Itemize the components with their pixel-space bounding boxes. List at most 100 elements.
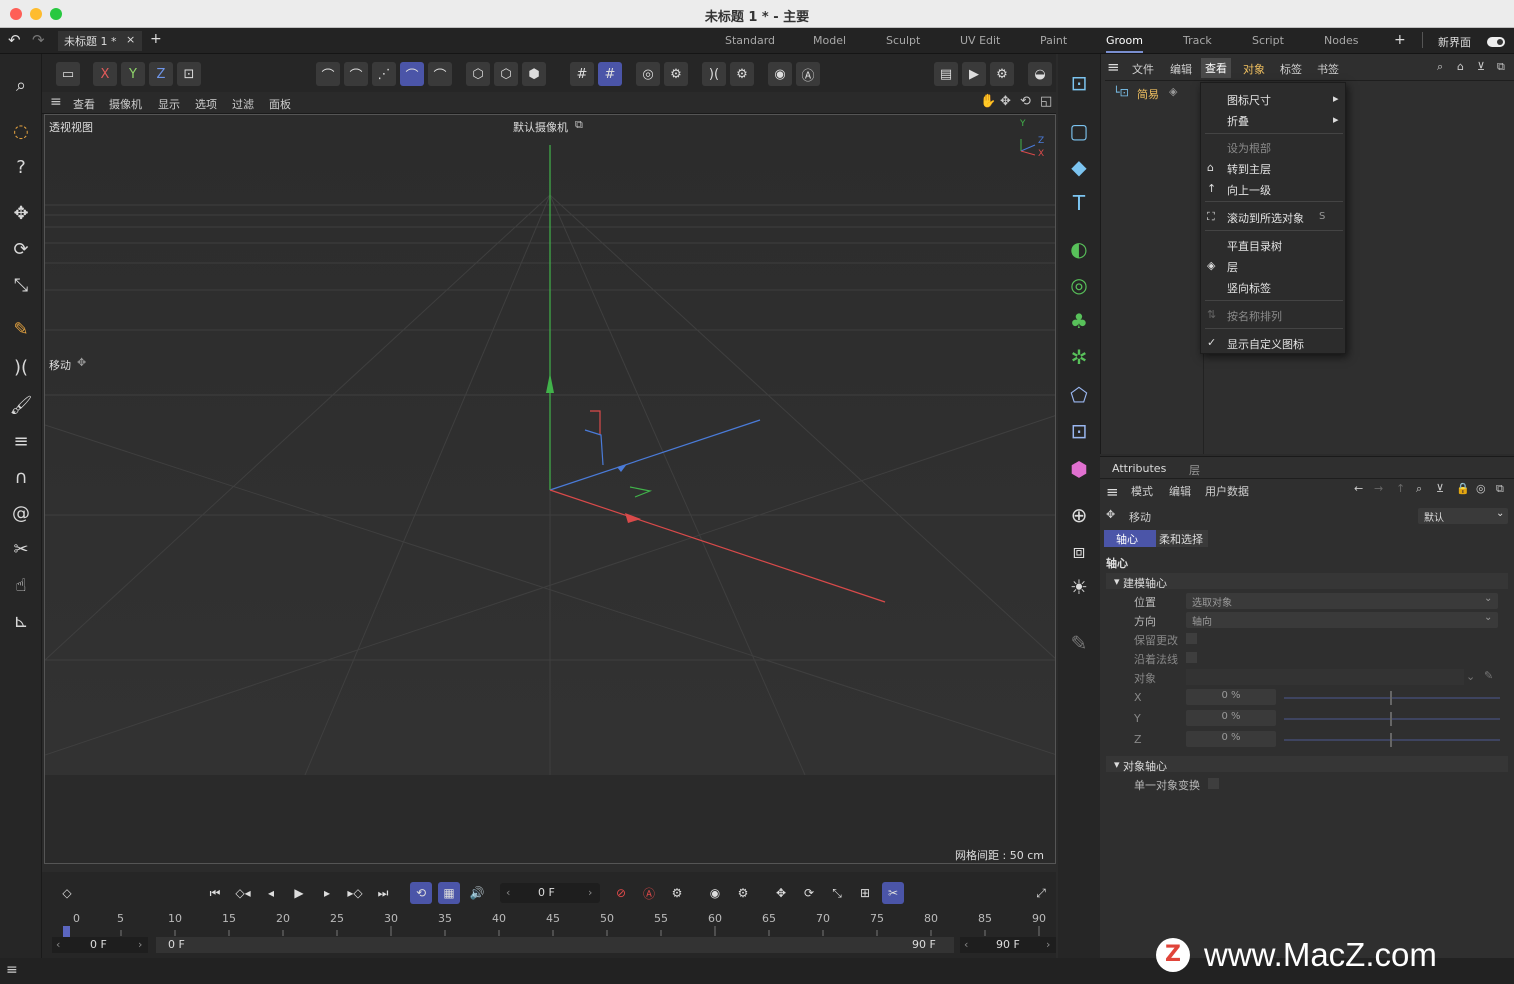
field-icon[interactable]: ⊡ — [1064, 416, 1094, 446]
move-icon[interactable]: ✥ — [6, 198, 36, 228]
render-settings-clapper-icon[interactable]: ⚙ — [990, 62, 1014, 86]
comb-icon[interactable]: ≡ — [6, 426, 36, 456]
search-icon[interactable]: ⌕ — [6, 70, 36, 100]
null-object-icon[interactable]: ⊡ — [1064, 68, 1094, 98]
object-menu-edit[interactable]: 编辑 — [1170, 61, 1192, 77]
layers-tab[interactable]: 层 — [1189, 462, 1200, 478]
chevron-left-icon[interactable]: ‹ — [964, 938, 968, 951]
viewport-hamburger-icon[interactable]: ≡ — [50, 94, 62, 110]
motion-settings-icon[interactable]: ⚙ — [732, 882, 754, 904]
viewport-menu-options[interactable]: 选项 — [195, 96, 217, 112]
y-value-field[interactable]: 0 % — [1186, 710, 1276, 726]
chevron-left-icon[interactable]: ‹ — [56, 938, 60, 951]
attributes-menu-mode[interactable]: 模式 — [1131, 483, 1153, 499]
chevron-left-icon[interactable]: ‹ — [506, 886, 510, 899]
menu-item-fold[interactable]: 折叠 — [1227, 113, 1249, 129]
spiral-icon[interactable]: @ — [6, 498, 36, 528]
environment-icon[interactable]: ⊕ — [1064, 500, 1094, 530]
x-slider[interactable] — [1284, 697, 1500, 699]
viewport-menu-view[interactable]: 查看 — [73, 96, 95, 112]
menu-item-up-one-level[interactable]: 向上一级 — [1227, 182, 1271, 198]
perspective-viewport[interactable]: 透视视图 默认摄像机 ⧉ 移动 ✥ Y Z X 网格间距 : 50 cm — [44, 114, 1056, 864]
go-to-start-icon[interactable]: ⏮ — [204, 882, 226, 904]
key-param-icon[interactable]: ⊞ — [854, 882, 876, 904]
z-value-field[interactable]: 0 % — [1186, 731, 1276, 747]
subtab-pivot[interactable]: 轴心 — [1104, 530, 1156, 547]
direction-select[interactable]: 轴向 ⌄ — [1186, 612, 1498, 628]
toolbar-box-icon[interactable]: ▭ — [56, 62, 80, 86]
status-hamburger-icon[interactable]: ≡ — [6, 962, 18, 978]
pick-object-icon[interactable]: ✎ — [1484, 669, 1493, 682]
object-filter-icon[interactable]: ⊻ — [1477, 60, 1485, 73]
menu-item-layers[interactable]: 层 — [1227, 259, 1238, 275]
layout-tab-paint[interactable]: Paint — [1040, 34, 1067, 47]
next-frame-icon[interactable]: ▸ — [316, 882, 338, 904]
key-settings-icon[interactable]: ⚙ — [666, 882, 688, 904]
menu-item-show-custom-icons[interactable]: 显示自定义图标 — [1227, 336, 1304, 352]
attributes-menu-edit[interactable]: 编辑 — [1169, 483, 1191, 499]
play-icon[interactable]: ▶ — [288, 882, 310, 904]
redo-icon[interactable]: ↷ — [32, 31, 45, 49]
arc-icon[interactable]: ∩ — [6, 462, 36, 492]
hand-pointer-icon[interactable]: ☝ — [6, 570, 36, 600]
start-frame-field[interactable]: ‹ 0 F › — [52, 937, 148, 953]
prev-key-icon[interactable]: ◇◂ — [232, 882, 254, 904]
volume-icon[interactable]: 🔊 — [466, 882, 488, 904]
undo-icon[interactable]: ↶ — [8, 31, 21, 49]
attributes-hamburger-icon[interactable]: ≡ — [1106, 483, 1119, 501]
single-object-checkbox[interactable] — [1208, 778, 1219, 789]
z-slider[interactable] — [1284, 739, 1500, 741]
record-keys-icon[interactable]: ⊘ — [610, 882, 632, 904]
chevron-right-icon[interactable]: › — [1046, 938, 1050, 951]
viewport-menu-camera[interactable]: 摄像机 — [109, 96, 142, 112]
key-rotation-icon[interactable]: ⟳ — [798, 882, 820, 904]
fcurve-icon[interactable]: ⤢ — [1030, 882, 1052, 904]
chevron-down-icon[interactable]: ⌄ — [1466, 670, 1475, 683]
spline-pen-tool-icon[interactable]: ⌒ — [400, 62, 424, 86]
camera-label[interactable]: 默认摄像机 — [513, 119, 568, 135]
cloner-icon[interactable]: ♣ — [1064, 306, 1094, 336]
y-slider-handle[interactable] — [1390, 712, 1392, 726]
viewport-menu-display[interactable]: 显示 — [158, 96, 180, 112]
rotate-icon[interactable]: ⟳ — [6, 234, 36, 264]
spline-rectangle-icon[interactable]: ▢ — [1064, 116, 1094, 146]
document-tab[interactable]: 未标题 1 * × — [58, 31, 142, 51]
camera-link-icon[interactable]: ⧉ — [575, 118, 583, 132]
dolly-view-icon[interactable]: ✥ — [1000, 94, 1011, 109]
render-settings-icon[interactable]: ⚙ — [664, 62, 688, 86]
lock-x-button[interactable]: X — [93, 62, 117, 86]
preview-range-bar[interactable]: 0 F 90 F — [156, 937, 954, 953]
key-pla-icon[interactable]: ✂ — [882, 882, 904, 904]
cube-icon[interactable]: ◆ — [1064, 152, 1094, 182]
symmetry-settings-icon[interactable]: ⚙ — [730, 62, 754, 86]
layout-tab-nodes[interactable]: Nodes — [1324, 34, 1358, 47]
spline-pen-icon[interactable]: ✎ — [6, 314, 36, 344]
light-icon[interactable]: ☀ — [1064, 572, 1094, 602]
object-menu-tags[interactable]: 标签 — [1280, 61, 1302, 77]
volume-icon[interactable]: ⬢ — [1064, 454, 1094, 484]
auto-mode-icon[interactable]: Ⓐ — [796, 62, 820, 86]
object-menu-object[interactable]: 对象 — [1243, 61, 1265, 77]
spline-sketch-icon[interactable]: ⌒ — [428, 62, 452, 86]
generator-icon[interactable]: ◐ — [1064, 234, 1094, 264]
group-modeling-pivot[interactable]: 建模轴心 — [1123, 575, 1167, 591]
go-to-end-icon[interactable]: ⏭ — [372, 882, 394, 904]
scissors-icon[interactable]: ✂ — [6, 534, 36, 564]
tree-item-layer-icon[interactable]: ◈ — [1169, 85, 1177, 98]
layout-tab-standard[interactable]: Standard — [725, 34, 775, 47]
layout-tab-groom[interactable]: Groom — [1106, 34, 1143, 53]
edge-mode-icon[interactable]: ⬡ — [494, 62, 518, 86]
loop-icon[interactable]: ⟲ — [410, 882, 432, 904]
close-tab-icon[interactable]: × — [126, 33, 135, 46]
render-target-icon[interactable]: ◎ — [636, 62, 660, 86]
menu-item-scroll-to-selected[interactable]: 滚动到所选对象 — [1227, 210, 1304, 226]
next-key-icon[interactable]: ▸◇ — [344, 882, 366, 904]
menu-item-vertical-tags[interactable]: 竖向标签 — [1227, 280, 1271, 296]
object-menu-view[interactable]: 查看 — [1201, 58, 1231, 78]
key-position-icon[interactable]: ✥ — [770, 882, 792, 904]
new-ui-toggle[interactable] — [1487, 37, 1505, 47]
effector-icon[interactable]: ✲ — [1064, 342, 1094, 372]
tree-item-name[interactable]: 简易 — [1137, 86, 1159, 102]
menu-item-go-to-main-level[interactable]: 转到主层 — [1227, 161, 1271, 177]
snap-enabled-icon[interactable]: # — [598, 62, 622, 86]
